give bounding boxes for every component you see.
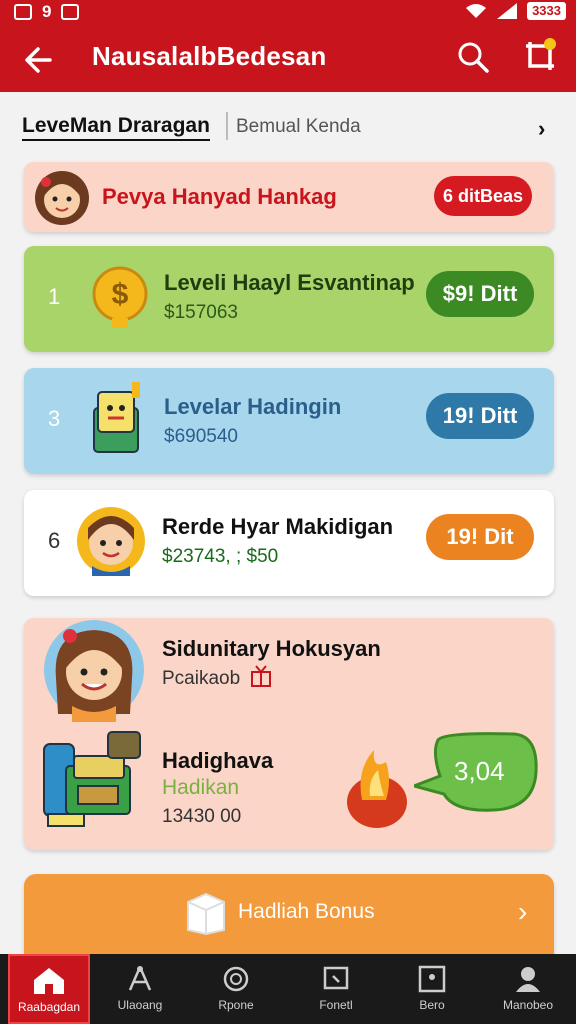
bonus-button[interactable]: Hadliah Bonus › bbox=[24, 874, 554, 954]
game-box-icon bbox=[93, 382, 140, 453]
status-right: 3333 bbox=[465, 2, 566, 20]
list-item[interactable]: 3 Levelar Hadingin $690540 19! Ditt bbox=[24, 368, 554, 474]
nav-item-3[interactable]: Rpone bbox=[188, 954, 284, 1024]
row-amount: $23743, ; $50 bbox=[162, 546, 279, 567]
app-bar: NausalalbBedesan bbox=[0, 26, 576, 92]
row-action-pill[interactable]: $9! Ditt bbox=[426, 271, 534, 317]
back-arrow-icon[interactable] bbox=[20, 40, 60, 80]
chevron-right-icon: › bbox=[518, 896, 528, 927]
frame-icon bbox=[323, 966, 349, 990]
bottom-nav: Raabagdan Ulaoang Rpone Fonetl Bero Mano… bbox=[0, 954, 576, 1024]
treasure-machine-icon bbox=[43, 731, 141, 827]
status-left-text: 9 bbox=[42, 2, 52, 21]
header-card-title: Pevya Hanyad Hankag bbox=[102, 184, 337, 209]
rank-number: 1 bbox=[48, 284, 61, 309]
search-icon[interactable] bbox=[456, 40, 490, 74]
nav-item-home[interactable]: Raabagdan bbox=[8, 954, 90, 1024]
nav-item-5[interactable]: Bero bbox=[384, 954, 480, 1024]
nav-item-2[interactable]: Ulaoang bbox=[92, 954, 188, 1024]
value-bubble[interactable]: 3,04 bbox=[414, 732, 540, 814]
row-title: Levelar Hadingin bbox=[164, 394, 342, 419]
signal-icon bbox=[497, 3, 518, 19]
row-action-pill[interactable]: 19! Ditt bbox=[426, 393, 534, 439]
tab-bar: LeveMan Draragan Bemual Kenda › bbox=[0, 100, 576, 154]
circle-icon bbox=[223, 966, 249, 992]
avatar-girl-icon bbox=[35, 171, 89, 225]
nav-item-4[interactable]: Fonetl bbox=[288, 954, 384, 1024]
tab-other[interactable]: Bemual Kenda bbox=[236, 116, 361, 138]
nav-item-label: Fonetl bbox=[319, 998, 353, 1012]
crop-icon[interactable] bbox=[520, 36, 560, 76]
nav-item-6[interactable]: Manobeo bbox=[480, 954, 576, 1024]
nav-item-label: Rpone bbox=[218, 998, 254, 1012]
chevron-right-icon[interactable]: › bbox=[538, 116, 545, 142]
row-title: Rerde Hyar Makidigan bbox=[162, 514, 394, 539]
reward-item-subtitle: Hadikan bbox=[162, 776, 240, 799]
notification-icon bbox=[14, 4, 32, 20]
list-item[interactable]: 1 $ Leveli Haayl Esvantinap $157063 $9! … bbox=[24, 246, 554, 352]
svg-text:$: $ bbox=[112, 278, 129, 311]
tab-active[interactable]: LeveMan Draragan bbox=[22, 114, 210, 141]
reward-card-title: Sidunitary Hokusyan bbox=[162, 636, 381, 661]
avatar-girl-icon bbox=[77, 507, 145, 576]
bubble-value: 3,04 bbox=[454, 756, 505, 786]
status-bar: 9 3333 bbox=[0, 0, 576, 26]
person-tree-icon bbox=[128, 966, 152, 991]
tab-divider bbox=[226, 112, 228, 140]
wifi-icon bbox=[466, 4, 487, 18]
tab-active-label: LeveMan Draragan bbox=[22, 114, 210, 141]
nav-item-label: Ulaoang bbox=[117, 998, 163, 1012]
reward-card-subtitle: Pcaikaob bbox=[162, 668, 241, 689]
reward-item-title: Hadighava bbox=[162, 748, 274, 773]
header-card[interactable]: Pevya Hanyad Hankag 6 ditBeas bbox=[24, 162, 554, 232]
row-amount: $157063 bbox=[164, 302, 238, 323]
status-left: 9 bbox=[14, 2, 80, 22]
box-icon bbox=[187, 892, 225, 936]
square-dot-icon bbox=[418, 965, 446, 993]
row-amount: $690540 bbox=[164, 426, 238, 447]
rank-number: 6 bbox=[48, 528, 61, 553]
row-action-pill[interactable]: 19! Dit bbox=[426, 514, 534, 560]
reward-item-value: 13430 00 bbox=[162, 806, 242, 827]
nav-item-label: Manobeo bbox=[502, 998, 554, 1012]
reward-card[interactable]: Sidunitary Hokusyan Pcaikaob Hadighava H… bbox=[24, 618, 554, 850]
nav-item-label: Raabagdan bbox=[17, 1000, 81, 1014]
user-icon bbox=[516, 967, 540, 992]
avatar-girl-icon bbox=[44, 620, 144, 722]
bonus-button-label: Hadliah Bonus bbox=[238, 900, 375, 923]
fire-icon bbox=[347, 750, 407, 828]
home-icon bbox=[34, 968, 64, 994]
row-title: Leveli Haayl Esvantinap bbox=[164, 270, 415, 295]
mail-icon bbox=[61, 4, 80, 20]
list-item[interactable]: 6 Rerde Hyar Makidigan $23743, ; $50 19!… bbox=[24, 490, 554, 596]
battery-indicator: 3333 bbox=[527, 2, 566, 20]
header-card-badge[interactable]: 6 ditBeas bbox=[434, 176, 532, 216]
coin-icon: $ bbox=[92, 266, 148, 328]
gift-icon bbox=[251, 665, 271, 687]
nav-item-label: Bero bbox=[419, 998, 445, 1012]
rank-number: 3 bbox=[48, 406, 61, 431]
app-title: NausalalbBedesan bbox=[92, 41, 327, 71]
